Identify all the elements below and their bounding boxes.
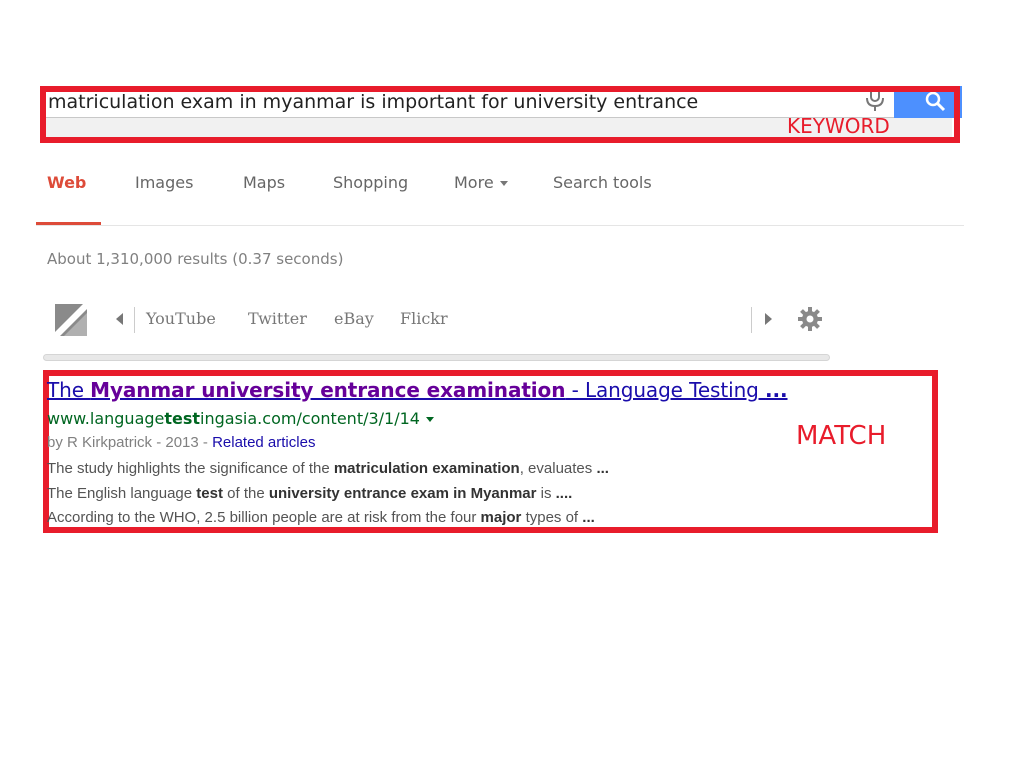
snippet-part-bold: ...: [596, 460, 609, 477]
title-part: - Language Testing: [565, 378, 766, 402]
title-part-bold: ...: [765, 378, 788, 402]
result-snippet-line: The study highlights the significance of…: [47, 460, 609, 477]
shortcut-divider: [751, 307, 752, 333]
snippet-part-bold: ....: [555, 485, 573, 502]
tab-images[interactable]: Images: [135, 173, 193, 192]
result-byline: by R Kirkpatrick - 2013 -: [47, 434, 213, 451]
snippet-part: , evaluates: [519, 460, 597, 477]
gear-icon[interactable]: [796, 305, 824, 338]
tab-web[interactable]: Web: [47, 173, 86, 192]
snippet-part: types of: [521, 509, 583, 526]
snippet-part-bold: matriculation examination: [333, 460, 520, 477]
shortcut-ebay[interactable]: eBay: [334, 309, 374, 328]
arrow-right-icon[interactable]: [763, 311, 775, 332]
url-part-bold: test: [164, 409, 201, 428]
result-snippet-line: The English language test of the univers…: [47, 485, 572, 502]
url-part: www.language: [47, 409, 165, 428]
match-annotation-label: MATCH: [796, 421, 887, 451]
snippet-part-bold: test: [196, 485, 223, 502]
chevron-down-icon: [499, 181, 508, 186]
result-meta: by R Kirkpatrick - 2013 - Related articl…: [47, 434, 315, 451]
snippet-part: The English language: [47, 485, 197, 502]
result-stats: About 1,310,000 results (0.37 seconds): [47, 250, 344, 268]
url-part: ingasia.com/content/3/1/14: [200, 409, 420, 428]
arrow-left-icon[interactable]: [113, 311, 125, 332]
snippet-part: of the: [222, 485, 269, 502]
tab-search-tools[interactable]: Search tools: [553, 173, 652, 192]
shortcut-flickr[interactable]: Flickr: [400, 309, 448, 328]
shortcut-divider: [134, 307, 135, 333]
chevron-down-icon[interactable]: [425, 417, 434, 422]
tab-more[interactable]: More: [454, 173, 508, 192]
result-title-link[interactable]: The Myanmar university entrance examinat…: [47, 378, 788, 402]
snippet-part-bold: major: [480, 509, 522, 526]
keyword-annotation-label: KEYWORD: [787, 114, 890, 138]
title-part: The: [47, 378, 91, 402]
snippet-part-bold: ...: [582, 509, 595, 526]
snippet-part: is: [536, 485, 556, 502]
shortcut-youtube[interactable]: YouTube: [146, 309, 216, 328]
tabs-divider: [36, 225, 964, 226]
shortcut-twitter[interactable]: Twitter: [248, 309, 307, 328]
title-part-bold: Myanmar university entrance examination: [90, 378, 566, 402]
snippet-part: The study highlights the significance of…: [47, 460, 334, 477]
tab-more-label: More: [454, 173, 494, 192]
result-snippet-line: According to the WHO, 2.5 billion people…: [47, 509, 595, 526]
snippet-part-bold: university entrance exam in Myanmar: [268, 485, 537, 502]
shortcut-bar-scrollbar[interactable]: [43, 354, 830, 361]
tab-maps[interactable]: Maps: [243, 173, 285, 192]
related-articles-link[interactable]: Related articles: [212, 434, 315, 451]
tab-shopping[interactable]: Shopping: [333, 173, 408, 192]
slash-logo-icon[interactable]: [55, 304, 87, 336]
result-url[interactable]: www.languagetestingasia.com/content/3/1/…: [47, 409, 434, 428]
snippet-part: According to the WHO, 2.5 billion people…: [47, 509, 481, 526]
